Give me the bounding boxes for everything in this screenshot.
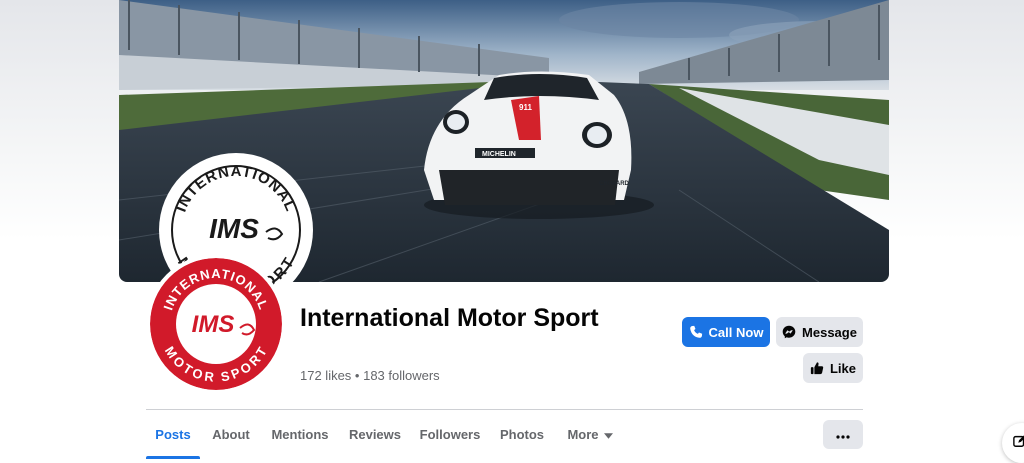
- tab-posts-label: Posts: [155, 427, 191, 442]
- svg-text:IMS: IMS: [192, 311, 235, 338]
- compose-icon: [1013, 434, 1024, 453]
- svg-text:IMS: IMS: [209, 213, 259, 244]
- call-now-label: Call Now: [708, 324, 764, 340]
- messenger-icon: [782, 325, 796, 339]
- tab-photos-label: Photos: [499, 427, 545, 442]
- page-stats[interactable]: 172 likes • 183 followers: [300, 368, 440, 383]
- tab-mentions-label: Mentions: [271, 427, 329, 442]
- tab-about[interactable]: About: [204, 410, 258, 459]
- page-title: International Motor Sport: [300, 304, 599, 332]
- thumbs-up-icon: [810, 361, 824, 375]
- svg-text:911: 911: [519, 103, 532, 112]
- call-now-button[interactable]: Call Now: [682, 317, 770, 347]
- tab-about-label: About: [212, 427, 250, 442]
- svg-text:CHOPARD: CHOPARD: [599, 181, 630, 187]
- like-button[interactable]: Like: [803, 353, 863, 383]
- more-options-button[interactable]: [823, 420, 863, 449]
- tab-more[interactable]: More: [560, 410, 620, 459]
- message-button[interactable]: Message: [776, 317, 863, 347]
- tab-followers[interactable]: Followers: [416, 410, 484, 459]
- tab-reviews-label: Reviews: [348, 427, 402, 442]
- tab-reviews[interactable]: Reviews: [344, 410, 406, 459]
- tab-followers-label: Followers: [419, 427, 481, 442]
- ellipsis-icon: [836, 426, 850, 444]
- phone-icon: [689, 325, 703, 339]
- tab-posts[interactable]: Posts: [146, 410, 200, 459]
- tab-photos[interactable]: Photos: [494, 410, 550, 459]
- like-label: Like: [829, 360, 856, 376]
- profile-picture[interactable]: INTERNATIONAL MOTOR SPORT IMS: [146, 254, 286, 394]
- svg-text:MICHELIN: MICHELIN: [482, 151, 516, 158]
- tab-more-label: More: [567, 427, 599, 442]
- caret-down-icon: [603, 427, 613, 442]
- tab-mentions[interactable]: Mentions: [268, 410, 332, 459]
- message-label: Message: [802, 324, 857, 340]
